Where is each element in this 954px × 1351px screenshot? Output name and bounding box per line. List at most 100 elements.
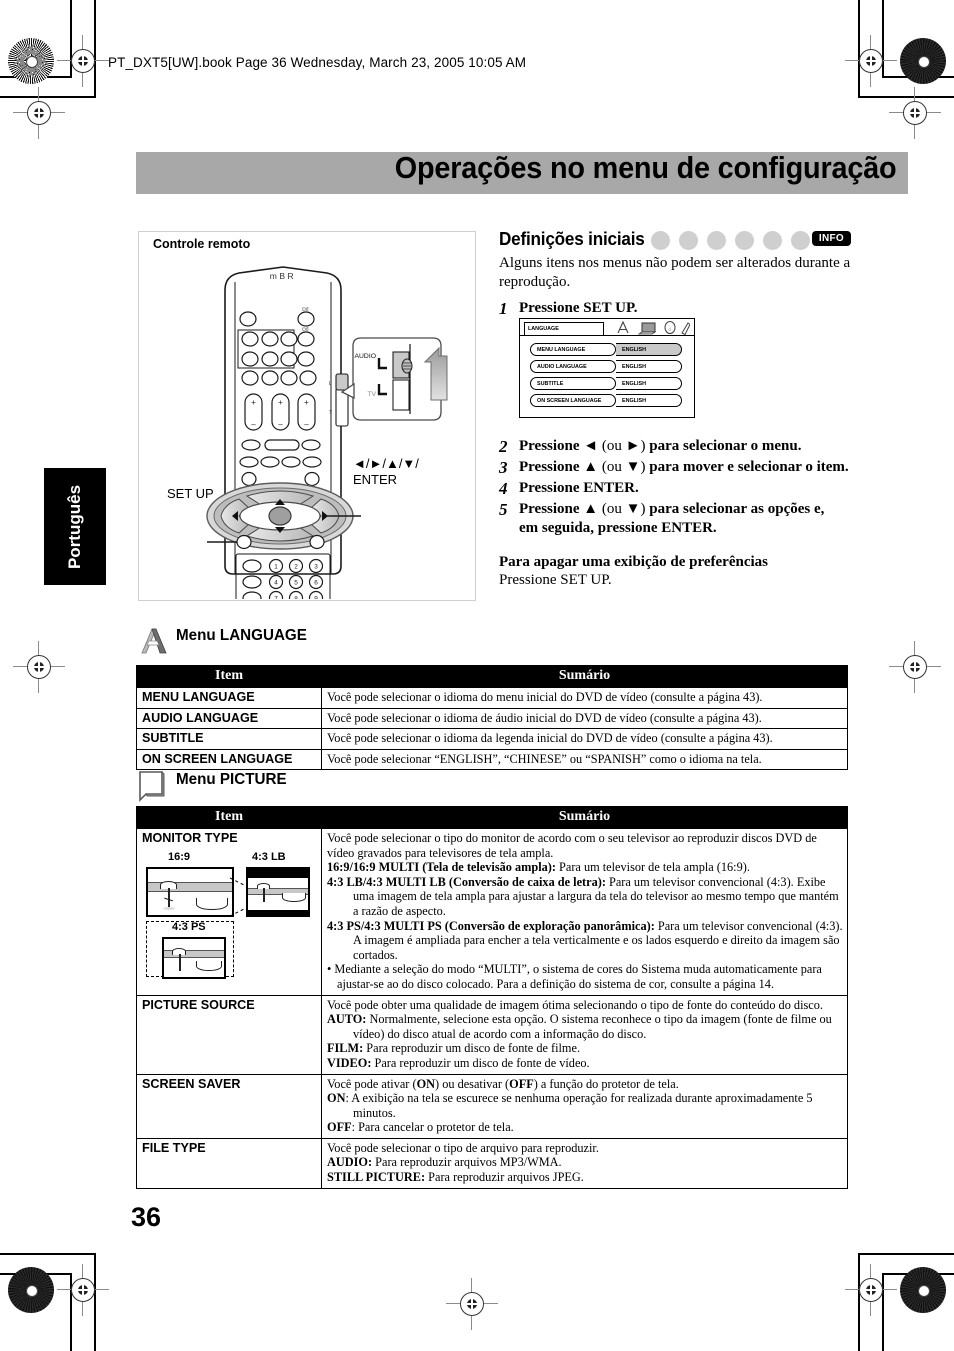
osd-tab-bar: LANGUAGE ⌂ — [520, 319, 694, 339]
thumb-caption-16-9: 16:9 — [168, 850, 191, 863]
row-item: FILE TYPE — [136, 1137, 322, 1189]
osd-row-key: AUDIO LANGUAGE — [530, 360, 616, 373]
enter-callout-line2: ENTER — [353, 472, 398, 487]
row-summary: Você pode selecionar o tipo de arquivo p… — [321, 1137, 848, 1189]
callout-tv-label: TV — [367, 391, 376, 398]
opt2-term: STILL PICTURE: — [327, 1170, 426, 1185]
media-dot-icon — [791, 231, 810, 250]
table-row-file-type: FILE TYPE Você pode selecionar o tipo de… — [136, 1137, 848, 1189]
table-row-monitor-type: MONITOR TYPE 16:9 4:3 LB 4:3 PS Você pod… — [136, 828, 848, 996]
monitor-type-option-1: 16:9/16:9 MULTI (Tela de televisão ampla… — [327, 860, 843, 875]
step-5: 5 Pressione ▲ (ou ▼) para selecionar as … — [499, 500, 839, 538]
screen-saver-option-1: ON: A exibição na tela se escurece se ne… — [327, 1091, 843, 1120]
thumb-caption-4-3-ps: 4:3 PS — [172, 920, 206, 933]
color-registration-target-top-left — [8, 38, 54, 84]
language-menu-header: Menu LANGUAGE — [136, 626, 307, 656]
step-3-number: 3 — [499, 458, 508, 477]
step-4-number: 4 — [499, 479, 508, 498]
step-4-text: Pressione ENTER. — [519, 480, 639, 496]
svg-text:8: 8 — [294, 595, 298, 599]
osd-row-audio-language: AUDIO LANGUAGE ENGLISH — [530, 360, 688, 373]
osd-row-value: ENGLISH — [616, 394, 682, 407]
picture-menu-icon — [139, 770, 165, 802]
row-item-cell: MONITOR TYPE 16:9 4:3 LB 4:3 PS — [136, 828, 322, 996]
thumbnail-4-3-ps — [162, 936, 226, 979]
picture-menu-heading: Menu PICTURE — [176, 771, 287, 788]
opt2-term: FILM: — [327, 1041, 364, 1056]
step-3-text: Pressione ▲ (ou ▼) para mover e selecion… — [519, 459, 849, 475]
osd-row-value: ENGLISH — [616, 377, 682, 390]
table-header-row: Item Sumário — [136, 665, 848, 688]
page-title: Operações no menu de configuração — [394, 150, 896, 185]
opt2-desc: Para reproduzir um disco de fonte de fil… — [363, 1041, 581, 1056]
svg-text:–: – — [304, 420, 309, 429]
monitor-type-option-3: 4:3 PS/4:3 MULTI PS (Conversão de explor… — [327, 919, 843, 963]
opt1-term: AUDIO: — [327, 1155, 373, 1170]
monitor-type-illustration: 16:9 4:3 LB 4:3 PS — [142, 850, 318, 990]
svg-text:+: + — [278, 398, 283, 407]
media-dot-icon — [679, 231, 698, 250]
section-lead-text: Alguns itens nos menus não podem ser alt… — [499, 255, 851, 290]
setup-callout-label: SET UP — [167, 486, 214, 501]
osd-row-subtitle: SUBTITLE ENGLISH — [530, 377, 688, 390]
svg-text:mBR: mBR — [270, 271, 296, 281]
color-registration-target-top-right — [900, 38, 946, 84]
svg-text:T: T — [329, 410, 332, 416]
language-col-summary: Sumário — [321, 665, 848, 688]
picture-menu-header: Menu PICTURE — [136, 770, 287, 802]
remote-control-caption: Controle remoto — [153, 237, 251, 251]
row-summary: Você pode selecionar o tipo do monitor d… — [321, 828, 848, 996]
step-2-number: 2 — [499, 437, 508, 456]
language-col-item: Item — [136, 665, 322, 688]
table-row: MENU LANGUAGE Você pode selecionar o idi… — [136, 687, 848, 709]
row-item: SUBTITLE — [136, 728, 322, 750]
registration-mark-right-upper — [889, 87, 941, 139]
page-number: 36 — [131, 1202, 162, 1232]
picture-source-intro: Você pode obter uma qualidade de imagem … — [327, 997, 823, 1012]
language-menu-heading: Menu LANGUAGE — [176, 627, 307, 644]
remote-control-illustration: mBR ⏻/l ⏻/l +– +– +– 1 2 3 4 5 6 7 8 9 L… — [206, 266, 448, 599]
picture-source-option-2: FILM: Para reproduzir um disco de fonte … — [327, 1041, 843, 1056]
step-4: 4 Pressione ENTER. — [499, 479, 851, 498]
screen-saver-intro: Você pode ativar (ON) ou desativar (OFF)… — [327, 1077, 679, 1091]
svg-text:⌂: ⌂ — [668, 327, 671, 333]
table-row-screen-saver: SCREEN SAVER Você pode ativar (ON) ou de… — [136, 1073, 848, 1139]
registration-mark-bottom-center — [446, 1278, 498, 1330]
svg-text:–: – — [278, 420, 283, 429]
enter-callout-line1: ◄/►/▲/▼/ — [353, 456, 419, 471]
osd-row-key: ON SCREEN LANGUAGE — [530, 394, 616, 407]
row-item: PICTURE SOURCE — [136, 994, 322, 1075]
osd-row-value: ENGLISH — [616, 343, 682, 356]
step-5-text: Pressione ▲ (ou ▼) para selecionar as op… — [519, 501, 825, 536]
opt1-term: AUTO: — [327, 1012, 367, 1027]
file-type-option-2: STILL PICTURE: Para reproduzir arquivos … — [327, 1170, 843, 1185]
svg-text:⏻/l: ⏻/l — [302, 327, 308, 333]
svg-text:1: 1 — [274, 563, 278, 570]
osd-row-menu-language: MENU LANGUAGE ENGLISH — [530, 343, 688, 356]
enter-callout-label: ◄/►/▲/▼/ ENTER — [353, 456, 419, 488]
row-summary: Você pode selecionar “ENGLISH”, “CHINESE… — [321, 748, 848, 771]
step-2: 2 Pressione ◄ (ou ►) para selecionar o m… — [499, 437, 851, 456]
osd-row-key: MENU LANGUAGE — [530, 343, 616, 356]
svg-text:3: 3 — [314, 563, 318, 570]
thumbnail-16-9 — [146, 866, 234, 917]
picture-menu-table: Item Sumário MONITOR TYPE 16:9 4:3 LB 4:… — [136, 806, 848, 1189]
opt2-term: 4:3 LB/4:3 MULTI LB (Conversão de caixa … — [327, 874, 606, 889]
file-type-intro: Você pode selecionar o tipo de arquivo p… — [327, 1140, 599, 1155]
step-1-text: Pressione SET UP. — [519, 300, 638, 316]
remote-control-panel: Controle remoto mBR ⏻/l ⏻/l + – + – + – … — [138, 231, 476, 601]
callout-audio-label: AUDIO — [354, 353, 376, 360]
language-menu-table: Item Sumário MENU LANGUAGE Você pode sel… — [136, 665, 848, 771]
media-dot-icon — [735, 231, 754, 250]
svg-text:7: 7 — [274, 595, 278, 599]
svg-text:+: + — [304, 398, 309, 407]
svg-text:–: – — [251, 420, 256, 429]
ss-intro-b: ) ou desativar ( — [435, 1076, 510, 1091]
color-registration-target-bottom-right — [900, 1267, 946, 1313]
monitor-type-note: • Mediante a seleção do modo “MULTI”, o … — [327, 962, 822, 991]
registration-mark-left-middle — [13, 641, 65, 693]
table-row-picture-source: PICTURE SOURCE Você pode obter uma quali… — [136, 994, 848, 1075]
opt1-desc: Para um televisor de tela ampla (16:9). — [555, 860, 750, 875]
svg-text:+: + — [251, 398, 256, 407]
opt1-desc: : A exibição na tela se escurece se nenh… — [345, 1091, 813, 1120]
